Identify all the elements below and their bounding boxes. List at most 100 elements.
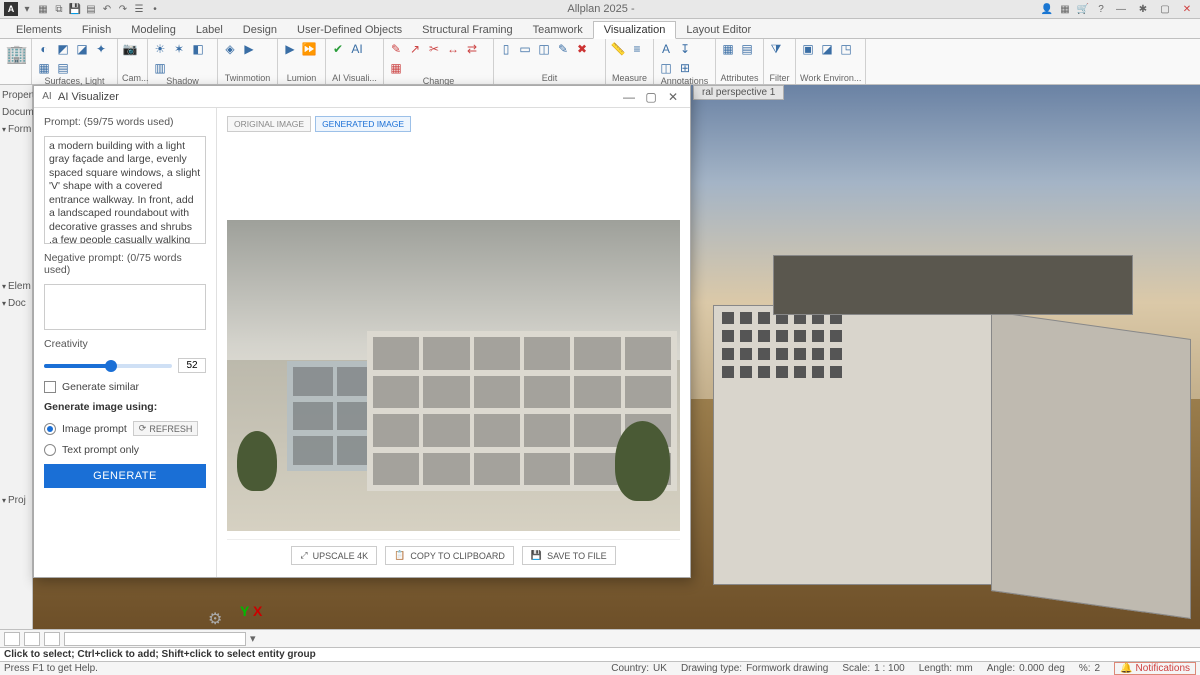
check-icon[interactable]: ✔ [330, 41, 346, 57]
copy-button[interactable]: 📋COPY TO CLIPBOARD [385, 546, 514, 565]
qa-icon[interactable]: ⧉ [52, 2, 66, 16]
qa-icon[interactable]: • [148, 2, 162, 16]
upscale-button[interactable]: ⤢UPSCALE 4K [291, 546, 377, 565]
ribbon-icon[interactable]: ◫ [536, 41, 552, 57]
ribbon-icon[interactable]: ▤ [55, 60, 71, 76]
ribbon-icon[interactable]: ▶ [241, 41, 257, 57]
tab-design[interactable]: Design [233, 22, 287, 38]
ribbon-icon[interactable]: ✦ [93, 41, 109, 57]
refresh-button[interactable]: ⟳REFRESH [133, 421, 199, 436]
ribbon-icon[interactable]: ✂ [426, 41, 442, 57]
ribbon-icon[interactable]: ▦ [36, 60, 52, 76]
camera-icon[interactable]: 📷 [122, 41, 138, 57]
tab-visualization[interactable]: Visualization [593, 21, 677, 39]
tool-icon[interactable] [24, 632, 40, 646]
panel-tab[interactable]: Properties [0, 87, 32, 104]
grid-icon[interactable]: ▦ [1058, 2, 1072, 16]
generate-similar-checkbox[interactable]: Generate similar [44, 381, 206, 393]
tab-generated-image[interactable]: GENERATED IMAGE [315, 116, 411, 132]
building-icon[interactable]: 🏢 [4, 41, 30, 67]
quick-access-toolbar: A ▾ ▦ ⧉ 💾 ▤ ↶ ↷ ☰ • [4, 2, 162, 16]
ribbon-icon[interactable]: ✎ [555, 41, 571, 57]
image-prompt-radio[interactable]: Image prompt ⟳REFRESH [44, 421, 206, 436]
prompt-input[interactable] [44, 136, 206, 244]
panel-section[interactable]: ▾Form [0, 121, 32, 138]
ribbon-icon[interactable]: A [658, 41, 674, 57]
sun-icon[interactable]: ☀ [152, 41, 168, 57]
tab-finish[interactable]: Finish [72, 22, 121, 38]
chevron-down-icon[interactable]: ▾ [250, 632, 256, 645]
ribbon-icon[interactable]: ↧ [677, 41, 693, 57]
minimize-icon[interactable]: — [618, 90, 640, 104]
tab-teamwork[interactable]: Teamwork [523, 22, 593, 38]
cart-icon[interactable]: 🛒 [1076, 2, 1090, 16]
ribbon-icon[interactable]: ◧ [190, 41, 206, 57]
ribbon-icon[interactable]: ◳ [838, 41, 854, 57]
tab-original-image[interactable]: ORIGINAL IMAGE [227, 116, 311, 132]
ribbon-icon[interactable]: ↗ [407, 41, 423, 57]
tool-icon[interactable] [4, 632, 20, 646]
qa-icon[interactable]: ▤ [84, 2, 98, 16]
help-icon[interactable]: ? [1094, 2, 1108, 16]
text-prompt-radio[interactable]: Text prompt only [44, 444, 206, 456]
panel-tab[interactable]: Docum [0, 104, 32, 121]
close-icon[interactable]: ✕ [662, 90, 684, 104]
creativity-value[interactable]: 52 [178, 358, 206, 373]
save-icon[interactable]: 💾 [68, 2, 82, 16]
ribbon-icon[interactable]: ◩ [55, 41, 71, 57]
ribbon-icon[interactable]: ◫ [658, 60, 674, 76]
tab-label[interactable]: Label [186, 22, 233, 38]
qa-icon[interactable]: ▦ [36, 2, 50, 16]
qa-icon[interactable]: ☰ [132, 2, 146, 16]
ribbon-icon[interactable]: ▤ [739, 41, 755, 57]
redo-icon[interactable]: ↷ [116, 2, 130, 16]
ai-icon[interactable]: AI [349, 41, 365, 57]
pencil-icon[interactable]: ✎ [388, 41, 404, 57]
ruler-icon[interactable]: 📏 [610, 41, 626, 57]
negative-prompt-input[interactable] [44, 284, 206, 330]
ribbon-icon[interactable]: ✶ [171, 41, 187, 57]
ribbon-icon[interactable]: ⊞ [677, 60, 693, 76]
ribbon-icon[interactable]: ▦ [388, 60, 404, 76]
dropdown-icon[interactable]: ▾ [20, 2, 34, 16]
ribbon-icon[interactable]: ▥ [152, 60, 168, 76]
filter-icon[interactable]: ⧩ [768, 41, 784, 57]
viewport-tab[interactable]: ral perspective 1 [693, 85, 784, 100]
tab-elements[interactable]: Elements [6, 22, 72, 38]
tab-modeling[interactable]: Modeling [121, 22, 186, 38]
settings-icon[interactable]: ✱ [1134, 2, 1152, 16]
ribbon-icon[interactable]: ≡ [629, 41, 645, 57]
ribbon-icon[interactable]: ◐ [36, 41, 52, 57]
tool-icon[interactable] [44, 632, 60, 646]
ribbon-icon[interactable]: ◪ [819, 41, 835, 57]
generate-button[interactable]: GENERATE [44, 464, 206, 488]
ribbon-icon[interactable]: ⇄ [464, 41, 480, 57]
undo-icon[interactable]: ↶ [100, 2, 114, 16]
save-button[interactable]: 💾SAVE TO FILE [522, 546, 616, 565]
tab-layout-editor[interactable]: Layout Editor [676, 22, 761, 38]
ribbon-icon[interactable]: ◈ [222, 41, 238, 57]
notifications-button[interactable]: 🔔Notifications [1114, 662, 1196, 675]
app-icon[interactable]: A [4, 2, 18, 16]
panel-section[interactable]: ▾Proj [0, 492, 32, 509]
ribbon-icon[interactable]: ▣ [800, 41, 816, 57]
tab-user-defined[interactable]: User-Defined Objects [287, 22, 412, 38]
creativity-slider[interactable] [44, 364, 172, 368]
ribbon-icon[interactable]: ◪ [74, 41, 90, 57]
close-icon[interactable]: ✕ [1178, 2, 1196, 16]
ribbon-icon[interactable]: ↔ [445, 41, 461, 57]
maximize-icon[interactable]: ▢ [1156, 2, 1174, 16]
delete-icon[interactable]: ✖ [574, 41, 590, 57]
ribbon-icon[interactable]: ▯ [498, 41, 514, 57]
ribbon-icon[interactable]: ▭ [517, 41, 533, 57]
panel-section[interactable]: ▾Elem [0, 278, 32, 295]
play-icon[interactable]: ▶ [282, 41, 298, 57]
ribbon-icon[interactable]: ▦ [720, 41, 736, 57]
maximize-icon[interactable]: ▢ [640, 90, 662, 104]
panel-section[interactable]: ▾Doc [0, 295, 32, 312]
ribbon-icon[interactable]: ⏩ [301, 41, 317, 57]
minimize-icon[interactable]: — [1112, 2, 1130, 16]
user-icon[interactable]: 👤 [1040, 2, 1054, 16]
tab-structural[interactable]: Structural Framing [412, 22, 522, 38]
layer-select[interactable] [64, 632, 246, 646]
